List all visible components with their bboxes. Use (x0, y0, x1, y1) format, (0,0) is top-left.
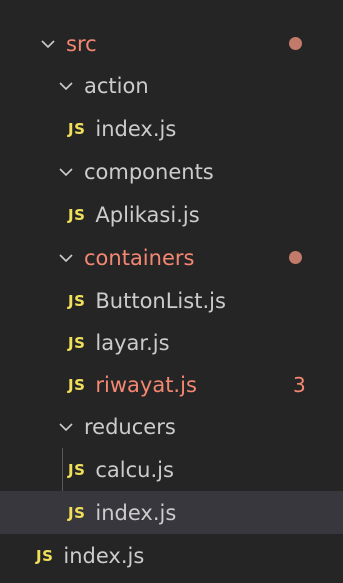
javascript-file-icon: JS (68, 119, 86, 138)
folder-label: src (66, 31, 97, 56)
folder-label: components (84, 159, 214, 184)
file-action-index-js[interactable]: JS index.js (0, 107, 343, 150)
file-label: index.js (95, 116, 177, 141)
file-label: calcu.js (95, 457, 174, 482)
javascript-file-icon: JS (36, 546, 54, 565)
javascript-file-icon: JS (68, 503, 86, 522)
folder-label: reducers (84, 414, 176, 439)
chevron-down-icon (36, 32, 60, 56)
file-label: index.js (95, 500, 177, 525)
file-layar-js[interactable]: JS layar.js (0, 321, 343, 364)
file-label: ButtonList.js (95, 288, 226, 313)
javascript-file-icon: JS (68, 375, 86, 394)
file-buttonlist-js[interactable]: JS ButtonList.js (0, 279, 343, 322)
folder-label: containers (84, 245, 195, 270)
file-label: Aplikasi.js (95, 202, 200, 227)
chevron-down-icon (54, 246, 78, 270)
folder-components[interactable]: components (0, 150, 343, 193)
file-calcu-js[interactable]: JS calcu.js (0, 448, 343, 491)
modified-dot-icon (289, 37, 302, 50)
file-label: riwayat.js (95, 372, 197, 397)
folder-reducers[interactable]: reducers (0, 405, 343, 448)
file-aplikasi-js[interactable]: JS Aplikasi.js (0, 193, 343, 236)
file-src-index-js[interactable]: JS index.js (0, 534, 343, 577)
file-label: index.js (63, 543, 145, 568)
chevron-down-icon (54, 415, 78, 439)
chevron-down-icon (54, 74, 78, 98)
folder-action[interactable]: action (0, 64, 343, 107)
chevron-down-icon (54, 160, 78, 184)
javascript-file-icon: JS (68, 291, 86, 310)
file-reducers-index-js[interactable]: JS index.js (0, 491, 343, 534)
folder-src[interactable]: src (0, 22, 343, 65)
javascript-file-icon: JS (68, 333, 86, 352)
file-riwayat-js[interactable]: JS riwayat.js 3 (0, 363, 343, 406)
javascript-file-icon: JS (68, 205, 86, 224)
folder-label: action (84, 73, 149, 98)
file-label: layar.js (95, 330, 170, 355)
modified-dot-icon (289, 251, 302, 264)
file-explorer-tree: src action JS index.js components JS Apl… (0, 0, 343, 583)
javascript-file-icon: JS (68, 460, 86, 479)
folder-containers[interactable]: containers (0, 236, 343, 279)
problem-count-badge: 3 (293, 372, 306, 397)
